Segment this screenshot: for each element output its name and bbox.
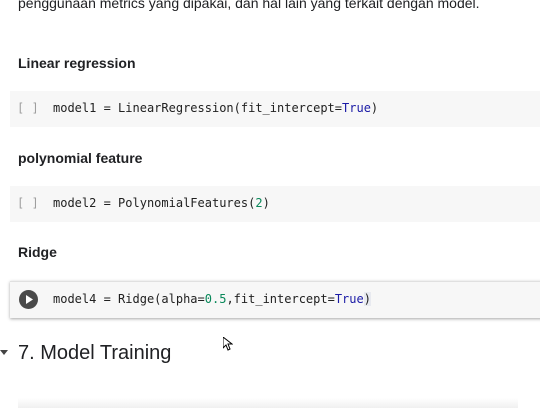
code-cell-polynomial[interactable]: [ ] model2 = PolynomialFeatures(2)	[10, 186, 540, 222]
code-var: model2	[53, 196, 97, 210]
code-eq: =	[96, 292, 119, 306]
code-keyword: True	[342, 101, 371, 115]
play-icon[interactable]	[19, 290, 38, 309]
mouse-pointer-icon	[222, 335, 234, 356]
code-end: )	[370, 101, 379, 115]
heading-polynomial-feature: polynomial feature	[18, 150, 143, 166]
code-call: LinearRegression(fit_intercept=	[118, 101, 343, 115]
code-var: model4	[53, 292, 97, 306]
code-line[interactable]: model1 = LinearRegression(fit_intercept=…	[53, 101, 378, 115]
code-number: 2	[255, 196, 263, 210]
intro-text: penggunaan metrics yang dipakai, dan hal…	[18, 0, 480, 11]
cell-run-bracket[interactable]: [ ]	[17, 196, 39, 210]
code-end: )	[262, 196, 270, 210]
code-var: model1	[53, 101, 97, 115]
section-title-model-training: 7. Model Training	[18, 342, 172, 364]
code-end: )	[363, 292, 371, 306]
code-line[interactable]: model4 = Ridge(alpha=0.5,fit_intercept=T…	[53, 292, 371, 306]
code-line[interactable]: model2 = PolynomialFeatures(2)	[53, 196, 270, 210]
code-mid: ,fit_intercept=	[226, 292, 335, 306]
code-eq: =	[96, 196, 119, 210]
heading-ridge: Ridge	[18, 244, 57, 260]
chevron-down-icon[interactable]	[0, 350, 8, 355]
code-call-args: alpha=	[161, 292, 205, 306]
heading-linear-regression: Linear regression	[18, 55, 136, 71]
cell-run-bracket[interactable]: [ ]	[17, 101, 39, 115]
code-keyword: True	[334, 292, 364, 306]
code-eq: =	[96, 101, 119, 115]
code-call: PolynomialFeatures(	[118, 196, 256, 210]
code-cell-ridge[interactable]: model4 = Ridge(alpha=0.5,fit_intercept=T…	[10, 281, 540, 318]
code-number: 0.5	[204, 292, 227, 306]
code-cell-linear[interactable]: [ ] model1 = LinearRegression(fit_interc…	[10, 91, 540, 127]
faded-text-row	[18, 398, 518, 408]
code-call: Ridge(	[118, 292, 162, 306]
